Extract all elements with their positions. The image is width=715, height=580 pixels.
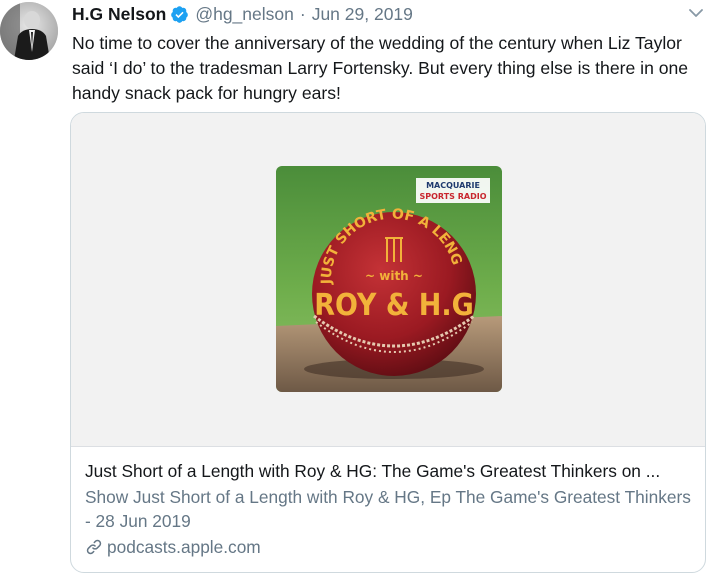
card-body[interactable]: Just Short of a Length with Roy & HG: Th… (85, 459, 693, 559)
artwork-badge-line1: MACQUARIE (426, 181, 480, 190)
card-domain[interactable]: podcasts.apple.com (85, 535, 693, 559)
author-name[interactable]: H.G Nelson (72, 4, 166, 25)
verified-badge-icon (170, 5, 189, 24)
card-title[interactable]: Just Short of a Length with Roy & HG: Th… (85, 459, 693, 483)
link-card[interactable]: JUST SHORT OF A LENGTH ~ with ~ ROY & H.… (70, 112, 706, 573)
tweet-text: No time to cover the anniversary of the … (72, 33, 689, 103)
tweet-header: H.G Nelson @hg_nelson · Jun 29, 2019 (72, 3, 413, 25)
podcast-artwork: JUST SHORT OF A LENGTH ~ with ~ ROY & H.… (276, 166, 502, 392)
artwork-with-text: ~ with ~ (365, 269, 423, 283)
card-media[interactable]: JUST SHORT OF A LENGTH ~ with ~ ROY & H.… (71, 113, 705, 447)
separator-dot: · (299, 3, 306, 24)
author-avatar[interactable] (0, 2, 58, 60)
author-handle[interactable]: @hg_nelson (195, 4, 294, 25)
link-icon (85, 538, 103, 556)
artwork-names-text: ROY & H.G (314, 288, 474, 323)
card-domain-text: podcasts.apple.com (107, 537, 261, 557)
card-description: Show Just Short of a Length with Roy & H… (85, 487, 691, 531)
artwork-badge-line2: SPORTS RADIO (420, 192, 487, 201)
tweet-date[interactable]: Jun 29, 2019 (312, 4, 413, 25)
chevron-down-icon[interactable] (687, 4, 705, 22)
